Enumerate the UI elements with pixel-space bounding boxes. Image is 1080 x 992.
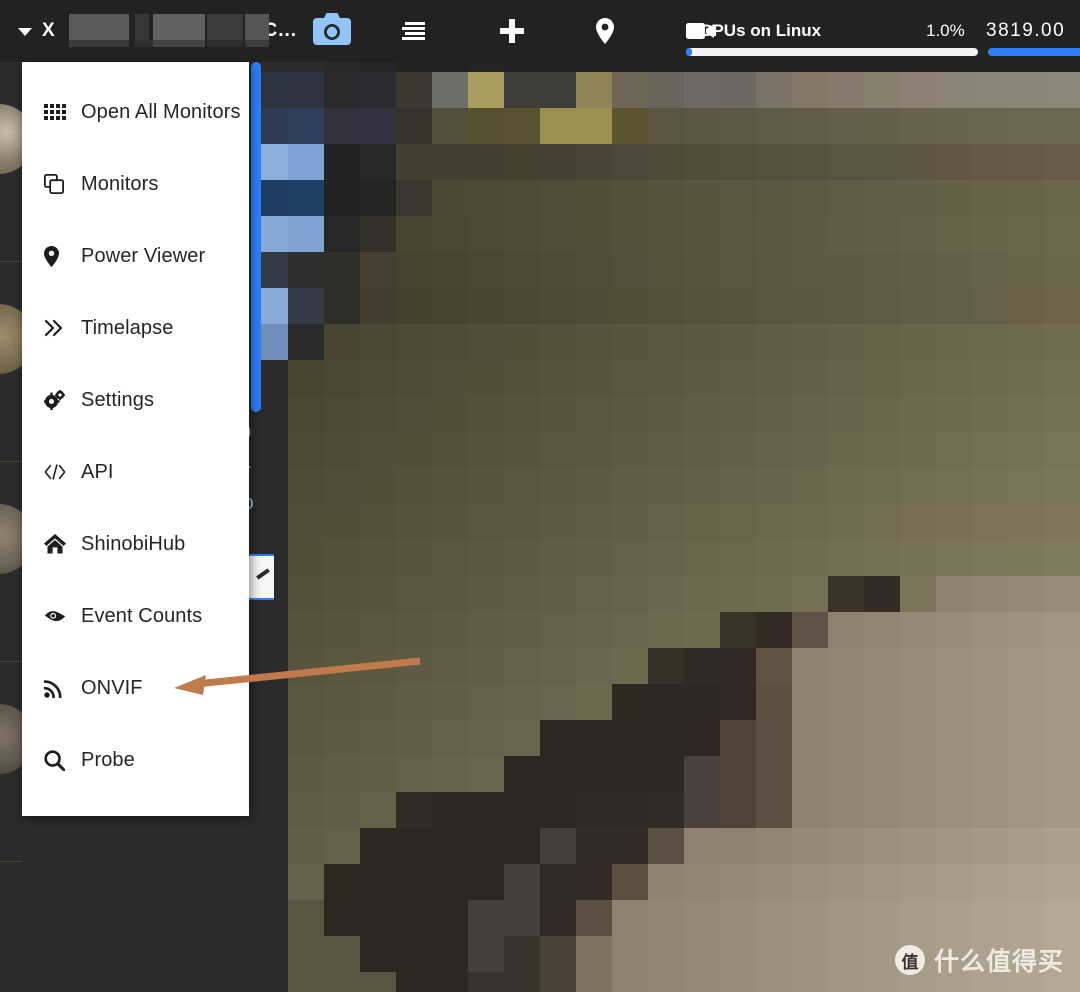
double-chevron-right-icon [44, 319, 66, 337]
list-item[interactable] [0, 462, 34, 662]
list-item[interactable] [0, 62, 34, 262]
menu-item-label: Open All Monitors [81, 100, 241, 123]
chevron-down-icon[interactable] [18, 28, 32, 36]
app-root: 0 4 ro X [0, 0, 1080, 992]
menu-item-probe[interactable]: Probe [22, 724, 249, 796]
list-item[interactable] [0, 262, 34, 462]
menu-item-label: ONVIF [81, 676, 143, 699]
menu-item-timelapse[interactable]: Timelapse [22, 292, 249, 364]
cpu-percent: 1.0% [926, 21, 965, 40]
menu-item-open-all-monitors[interactable]: Open All Monitors [22, 76, 249, 148]
menu-item-label: Event Counts [81, 604, 203, 627]
watermark-text: 什么值得买 [933, 947, 1064, 976]
menu-item-shinobihub[interactable]: ShinobiHub [22, 508, 249, 580]
cpu-usage-bar [686, 48, 978, 56]
pencil-icon [256, 568, 270, 580]
menu-item-settings[interactable]: Settings [22, 364, 249, 436]
menu-item-monitors[interactable]: Monitors [22, 148, 249, 220]
code-brackets-icon [44, 464, 66, 480]
ram-usage-bar [988, 48, 1080, 56]
redacted-address [65, 14, 270, 48]
cpu-label: 8 CPUs on Linux [686, 21, 822, 40]
map-pin-icon [44, 245, 66, 267]
vertical-scrollbar[interactable] [251, 62, 261, 412]
menu-item-label: Timelapse [81, 316, 174, 339]
copy-windows-icon [44, 174, 66, 194]
menu-item-label: Power Viewer [81, 244, 206, 267]
system-stats-group: 8 CPUs on Linux 1.0% 3819.00 [686, 0, 1080, 62]
close-label[interactable]: X [42, 20, 55, 42]
menu-item-power-viewer[interactable]: Power Viewer [22, 220, 249, 292]
menu-item-label: API [81, 460, 114, 483]
topbar-icon-group [390, 0, 714, 62]
rss-signal-icon [44, 678, 66, 698]
menu-item-api[interactable]: API [22, 436, 249, 508]
menu-item-label: Settings [81, 388, 155, 411]
menu-item-onvif[interactable]: ONVIF [22, 652, 249, 724]
watermark: 值 什么值得买 [894, 942, 1064, 978]
ram-value: 3819.00 [986, 20, 1066, 41]
eye-icon [44, 609, 66, 623]
monitor-thumbnail-strip [0, 62, 34, 992]
menu-item-label: Probe [81, 748, 135, 771]
menu-item-label: Monitors [81, 172, 159, 195]
search-icon [44, 749, 66, 771]
home-icon [44, 534, 66, 554]
gears-icon [44, 390, 66, 410]
top-navigation-bar: X .C... 8 CPUs on Linux 1.0% 3819.00 [0, 0, 1080, 62]
camera-icon[interactable] [313, 12, 352, 51]
list-icon[interactable] [402, 20, 428, 42]
watermark-badge: 值 [894, 945, 925, 975]
topbar-left-group: X .C... [0, 0, 352, 62]
main-dropdown-menu: Open All Monitors Monitors Power Viewer [22, 62, 249, 816]
list-item[interactable] [0, 662, 34, 862]
plus-icon[interactable] [500, 19, 524, 43]
map-pin-icon[interactable] [596, 18, 614, 44]
menu-item-event-counts[interactable]: Event Counts [22, 580, 249, 652]
grid-icon [44, 104, 66, 120]
menu-item-label: ShinobiHub [81, 532, 186, 555]
